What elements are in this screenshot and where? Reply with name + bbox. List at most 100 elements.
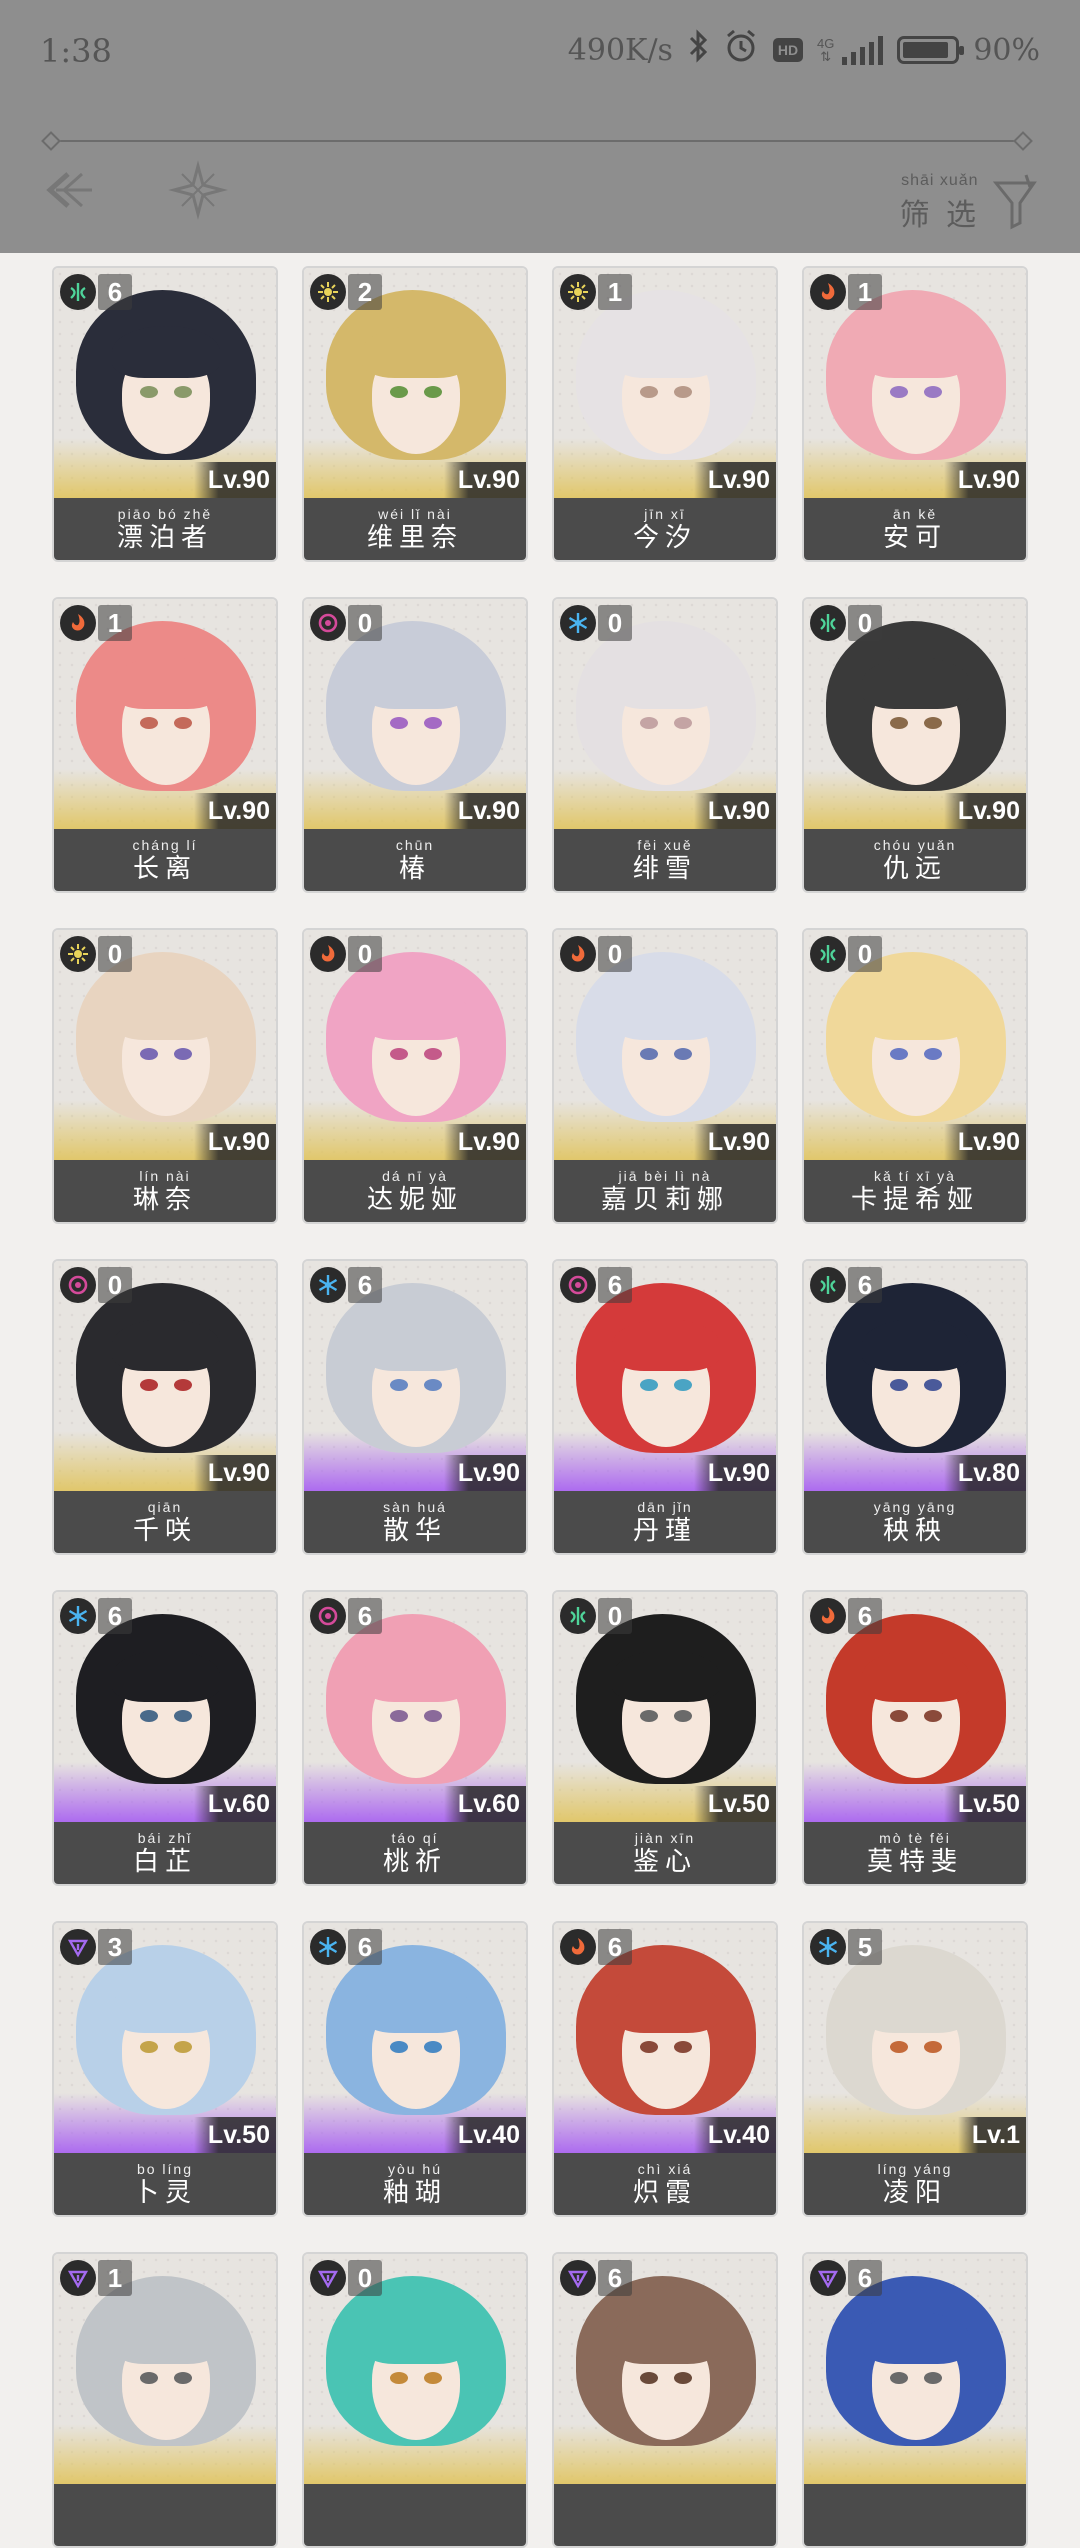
portrait-eye <box>390 1379 408 1391</box>
name-bar: chūn 椿 <box>304 829 526 891</box>
portrait-fringe <box>112 1319 220 1371</box>
character-name: 长离 <box>132 853 197 883</box>
name-bar <box>804 2484 1026 2546</box>
level-label: Lv.90 <box>693 462 776 498</box>
back-button[interactable] <box>38 160 98 220</box>
name-pinyin: yòu hú <box>387 2161 443 2177</box>
name-bar: mò tè fěi 莫特斐 <box>804 1822 1026 1884</box>
portrait-fringe <box>112 988 220 1040</box>
level-label: Lv.90 <box>193 793 276 829</box>
level-label: Lv.40 <box>443 2117 526 2153</box>
electro-element-icon <box>810 2260 846 2296</box>
portrait-eye <box>890 1710 908 1722</box>
glacio-element-icon <box>560 605 596 641</box>
character-card[interactable]: 1 Lv.90 cháng lí 长离 <box>52 597 278 893</box>
character-card[interactable]: 6 Lv.40 chì xiá 炽霞 <box>552 1921 778 2217</box>
character-card[interactable]: 0 Lv.50 jiàn xīn 鉴心 <box>552 1590 778 1886</box>
portrait-eye <box>674 1710 692 1722</box>
portrait-eye <box>390 2372 408 2384</box>
character-card[interactable]: 6 <box>802 2252 1028 2548</box>
character-card[interactable]: 6 Lv.90 piāo bó zhě 漂泊者 <box>52 266 278 562</box>
character-name: 千咲 <box>132 1515 197 1545</box>
level-label: Lv.90 <box>693 1124 776 1160</box>
character-name: 卜灵 <box>132 2177 197 2207</box>
electro-element-icon <box>60 2260 96 2296</box>
portrait-eye <box>924 386 942 398</box>
name-bar <box>54 2484 276 2546</box>
name-bar: wéi lǐ nài 维里奈 <box>304 498 526 560</box>
name-pinyin: jiàn xīn <box>634 1830 696 1846</box>
name-bar: kǎ tí xī yà 卡提希娅 <box>804 1160 1026 1222</box>
character-card[interactable]: 0 <box>302 2252 528 2548</box>
portrait-eye <box>890 2372 908 2384</box>
character-card[interactable]: 0 Lv.90 lín nài 琳奈 <box>52 928 278 1224</box>
name-pinyin: jiā bèi lì nà <box>618 1168 712 1184</box>
spectro-element-icon <box>560 274 596 310</box>
electro-element-icon <box>60 1929 96 1965</box>
spectro-element-icon <box>310 274 346 310</box>
name-bar: sàn huá 散华 <box>304 1491 526 1553</box>
glacio-element-icon <box>310 1929 346 1965</box>
character-card[interactable]: 0 Lv.90 chūn 椿 <box>302 597 528 893</box>
character-card[interactable]: 0 Lv.90 fēi xuě 绯雪 <box>552 597 778 893</box>
filter-icon <box>992 174 1037 230</box>
portrait-eye <box>640 386 658 398</box>
character-card[interactable]: 1 <box>52 2252 278 2548</box>
character-card[interactable]: 6 Lv.50 mò tè fěi 莫特斐 <box>802 1590 1028 1886</box>
portrait-fringe <box>862 1650 970 1702</box>
character-card[interactable]: 6 Lv.40 yòu hú 釉瑚 <box>302 1921 528 2217</box>
constellation-count: 6 <box>848 1267 882 1303</box>
filter-label: shāi xuǎn 筛 选 <box>899 172 980 232</box>
home-button[interactable] <box>168 160 228 220</box>
portrait-eye <box>924 1710 942 1722</box>
portrait-eye <box>890 717 908 729</box>
battery-icon <box>897 36 965 64</box>
character-card[interactable]: 6 Lv.90 dān jǐn 丹瑾 <box>552 1259 778 1555</box>
level-label: Lv.90 <box>693 1455 776 1491</box>
constellation-count: 0 <box>98 1267 132 1303</box>
name-bar: lín nài 琳奈 <box>54 1160 276 1222</box>
character-card[interactable]: 1 Lv.90 ān kě 安可 <box>802 266 1028 562</box>
character-card[interactable]: 6 Lv.60 bái zhǐ 白芷 <box>52 1590 278 1886</box>
character-card[interactable]: 3 Lv.50 bo líng 卜灵 <box>52 1921 278 2217</box>
character-card[interactable]: 6 <box>552 2252 778 2548</box>
portrait-eye <box>140 1048 158 1060</box>
portrait-eye <box>174 1710 192 1722</box>
character-card[interactable]: 6 Lv.90 sàn huá 散华 <box>302 1259 528 1555</box>
portrait-eye <box>674 386 692 398</box>
constellation-count: 6 <box>598 1267 632 1303</box>
constellation-count: 6 <box>348 1598 382 1634</box>
character-card[interactable]: 0 Lv.90 dá nī yà 达妮娅 <box>302 928 528 1224</box>
status-time: 1:38 <box>40 32 112 70</box>
character-name: 漂泊者 <box>116 522 213 552</box>
character-card[interactable]: 6 Lv.80 yāng yāng 秧秧 <box>802 1259 1028 1555</box>
level-label: Lv.50 <box>693 1786 776 1822</box>
constellation-count: 6 <box>848 2260 882 2296</box>
portrait-eye <box>674 2372 692 2384</box>
level-label: Lv.90 <box>193 462 276 498</box>
character-card[interactable]: 5 Lv.1 líng yáng 凌阳 <box>802 1921 1028 2217</box>
filter-button[interactable]: shāi xuǎn 筛 选 <box>900 172 1040 234</box>
character-card[interactable]: 0 Lv.90 qiān 千咲 <box>52 1259 278 1555</box>
level-label: Lv.90 <box>193 1455 276 1491</box>
name-bar <box>304 2484 526 2546</box>
fusion-element-icon <box>560 1929 596 1965</box>
portrait-eye <box>924 2372 942 2384</box>
portrait-fringe <box>112 326 220 378</box>
portrait-eye <box>174 1379 192 1391</box>
character-card[interactable]: 0 Lv.90 chóu yuǎn 仇远 <box>802 597 1028 893</box>
portrait-fringe <box>112 1650 220 1702</box>
character-card[interactable]: 6 Lv.60 táo qí 桃祈 <box>302 1590 528 1886</box>
character-name: 卡提希娅 <box>850 1184 979 1214</box>
character-card[interactable]: 2 Lv.90 wéi lǐ nài 维里奈 <box>302 266 528 562</box>
character-card[interactable]: 0 Lv.90 kǎ tí xī yà 卡提希娅 <box>802 928 1028 1224</box>
level-label: Lv.90 <box>943 462 1026 498</box>
name-pinyin: wéi lǐ nài <box>378 506 452 522</box>
name-pinyin: táo qí <box>391 1830 439 1846</box>
character-card[interactable]: 0 Lv.90 jiā bèi lì nà 嘉贝莉娜 <box>552 928 778 1224</box>
portrait-eye <box>140 717 158 729</box>
character-card[interactable]: 1 Lv.90 jīn xī 今汐 <box>552 266 778 562</box>
portrait-eye <box>424 1048 442 1060</box>
character-name: 椿 <box>398 853 431 883</box>
portrait-eye <box>424 717 442 729</box>
